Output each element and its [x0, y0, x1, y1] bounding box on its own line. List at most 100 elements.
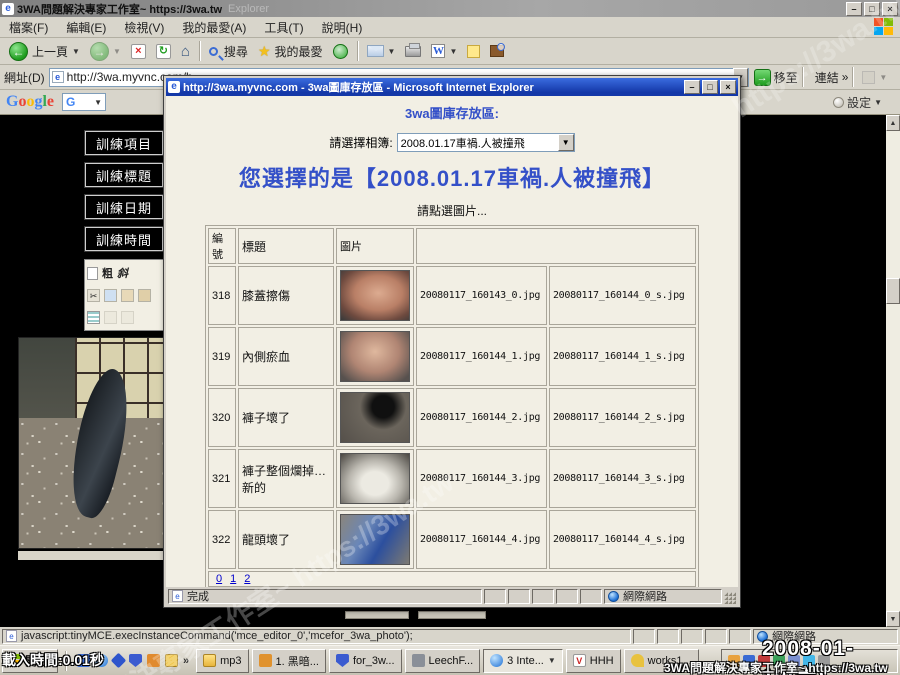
photo-thumb-filename-link[interactable]: 20080117_160144_1_s.jpg [549, 327, 696, 386]
bold-button[interactable]: 粗 [102, 265, 113, 281]
page-link-1[interactable]: 1 [230, 573, 236, 585]
menu-file[interactable]: 檔案(F) [0, 19, 57, 36]
photo-thumb-filename-link[interactable]: 20080117_160144_3_s.jpg [549, 449, 696, 508]
new-doc-icon[interactable] [87, 267, 98, 280]
photo-filename-link[interactable]: 20080117_160144_4.jpg [416, 510, 547, 569]
home-button[interactable]: ⌂ [176, 41, 195, 62]
mail-dropdown-icon[interactable]: ▼ [388, 47, 396, 56]
col-header-id: 編號 [208, 228, 236, 264]
album-select[interactable]: 2008.01.17車禍.人被撞飛 ▼ [397, 133, 575, 152]
resize-grip[interactable] [724, 592, 736, 604]
google-settings-button[interactable]: 設定 ▼ [833, 94, 882, 111]
photo-thumb-filename-link[interactable]: 20080117_160144_2_s.jpg [549, 388, 696, 447]
folder-icon [203, 654, 216, 667]
menu-help[interactable]: 說明(H) [313, 19, 372, 36]
photo-thumbnail[interactable] [340, 392, 410, 443]
favorites-button[interactable]: ★ 我的最愛 [253, 41, 328, 62]
address-label: 網址(D) [4, 69, 45, 86]
popup-titlebar[interactable]: e http://3wa.myvnc.com - 3wa圖庫存放區 - Micr… [166, 78, 738, 96]
scrollbar-thumb[interactable] [886, 278, 900, 304]
popup-close-button[interactable]: × [720, 80, 736, 94]
links-button[interactable]: 連結 » [815, 69, 849, 86]
taskbar-button-dark[interactable]: 1. 黑暗... [252, 649, 326, 673]
edit-dropdown-icon[interactable]: ▼ [449, 47, 457, 56]
taskbar-button-ie-group[interactable]: 3 Inte... ▼ [483, 649, 563, 673]
vertical-scrollbar[interactable]: ▲ ▼ [886, 115, 900, 627]
research-button[interactable] [485, 43, 509, 59]
sidebar-item-training-item[interactable]: 訓練項目 [85, 131, 163, 155]
print-button[interactable] [400, 44, 426, 59]
page-link-0[interactable]: 0 [216, 573, 222, 585]
menu-favorites[interactable]: 我的最愛(A) [173, 19, 255, 36]
photo-filename-link[interactable]: 20080117_160144_2.jpg [416, 388, 547, 447]
mail-button[interactable]: ▼ [362, 43, 401, 59]
photo-filename-link[interactable]: 20080117_160143_0.jpg [416, 266, 547, 325]
photo-thumbnail[interactable] [340, 453, 410, 504]
photo-id: 319 [208, 327, 236, 386]
refresh-button[interactable]: ↻ [151, 42, 176, 61]
close-button[interactable]: × [882, 2, 898, 16]
copy-icon[interactable] [104, 289, 117, 302]
popup-content: 3wa圖庫存放區: 請選擇相簿: 2008.01.17車禍.人被撞飛 ▼ 您選擇… [166, 96, 738, 587]
clock-app-icon[interactable] [165, 654, 178, 667]
brush-app-icon[interactable] [147, 654, 160, 667]
word-icon: W [431, 44, 445, 58]
shield-app-icon[interactable] [129, 654, 142, 667]
sidebar-item-training-title[interactable]: 訓練標題 [85, 163, 163, 187]
back-button[interactable]: ← 上一頁 ▼ [4, 40, 85, 63]
search-icon [209, 47, 218, 56]
cut-icon[interactable]: ✂ [87, 289, 100, 302]
search-button[interactable]: 搜尋 [204, 41, 253, 62]
stop-button[interactable]: × [126, 42, 151, 61]
minimize-button[interactable]: – [846, 2, 862, 16]
photo-filename-link[interactable]: 20080117_160144_1.jpg [416, 327, 547, 386]
google-dropdown-icon[interactable]: ▼ [94, 98, 102, 107]
discuss-button[interactable] [462, 43, 485, 60]
photo-thumbnail[interactable] [340, 514, 410, 565]
scroll-up-icon[interactable]: ▲ [886, 115, 900, 131]
google-search-box[interactable]: G ▼ [62, 93, 106, 111]
sidebar-item-training-date[interactable]: 訓練日期 [85, 195, 163, 219]
select-dropdown-icon[interactable]: ▼ [558, 134, 574, 151]
menu-edit[interactable]: 編輯(E) [57, 19, 115, 36]
forward-button[interactable]: → ▼ [85, 40, 126, 63]
quicklaunch-chevron-icon[interactable]: » [183, 655, 189, 667]
popup-minimize-button[interactable]: – [684, 80, 700, 94]
menu-tools[interactable]: 工具(T) [255, 19, 312, 36]
status-zone [484, 589, 506, 604]
background-photo[interactable] [18, 337, 172, 549]
italic-button[interactable]: 斜 [117, 265, 128, 281]
photo-thumbnail[interactable] [340, 331, 410, 382]
menu-view[interactable]: 檢視(V) [115, 19, 173, 36]
photo-id: 318 [208, 266, 236, 325]
internet-zone-icon [608, 591, 619, 602]
taskbar-button-leechftp[interactable]: LeechF... [405, 649, 481, 673]
paste-icon[interactable] [121, 289, 134, 302]
scroll-down-icon[interactable]: ▼ [886, 611, 900, 627]
paste-word-icon[interactable] [138, 289, 151, 302]
taskbar-button-for3w[interactable]: for_3w... [329, 649, 402, 673]
page-link-2[interactable]: 2 [244, 573, 250, 585]
sidebar-item-training-time[interactable]: 訓練時間 [85, 227, 163, 251]
photo-title: 褲子壞了 [238, 388, 334, 447]
history-button[interactable] [328, 42, 353, 61]
taskbar-button-hhh[interactable]: V HHH [566, 649, 621, 673]
status-zone [508, 589, 530, 604]
diamond-app-icon[interactable] [111, 653, 127, 669]
window-title: 3WA問題解決專家工作室~ https://3wa.tw [17, 1, 222, 17]
photo-thumbnail[interactable] [340, 270, 410, 321]
toolbar-separator [802, 67, 803, 87]
photo-thumb-filename-link[interactable]: 20080117_160144_0_s.jpg [549, 266, 696, 325]
popup-restore-button[interactable]: □ [702, 80, 718, 94]
photo-filename-link[interactable]: 20080117_160144_3.jpg [416, 449, 547, 508]
taskbar-button-mp3[interactable]: mp3 [196, 649, 248, 673]
go-button[interactable]: → 移至 [754, 69, 798, 86]
insert-table-icon[interactable] [87, 311, 100, 324]
vs-icon: V [573, 654, 586, 667]
status-zone [532, 589, 554, 604]
restore-button[interactable]: □ [864, 2, 880, 16]
status-zone [633, 629, 655, 644]
photo-thumb-filename-link[interactable]: 20080117_160144_4_s.jpg [549, 510, 696, 569]
edit-button[interactable]: W ▼ [426, 42, 462, 60]
back-dropdown-icon[interactable]: ▼ [72, 47, 80, 56]
